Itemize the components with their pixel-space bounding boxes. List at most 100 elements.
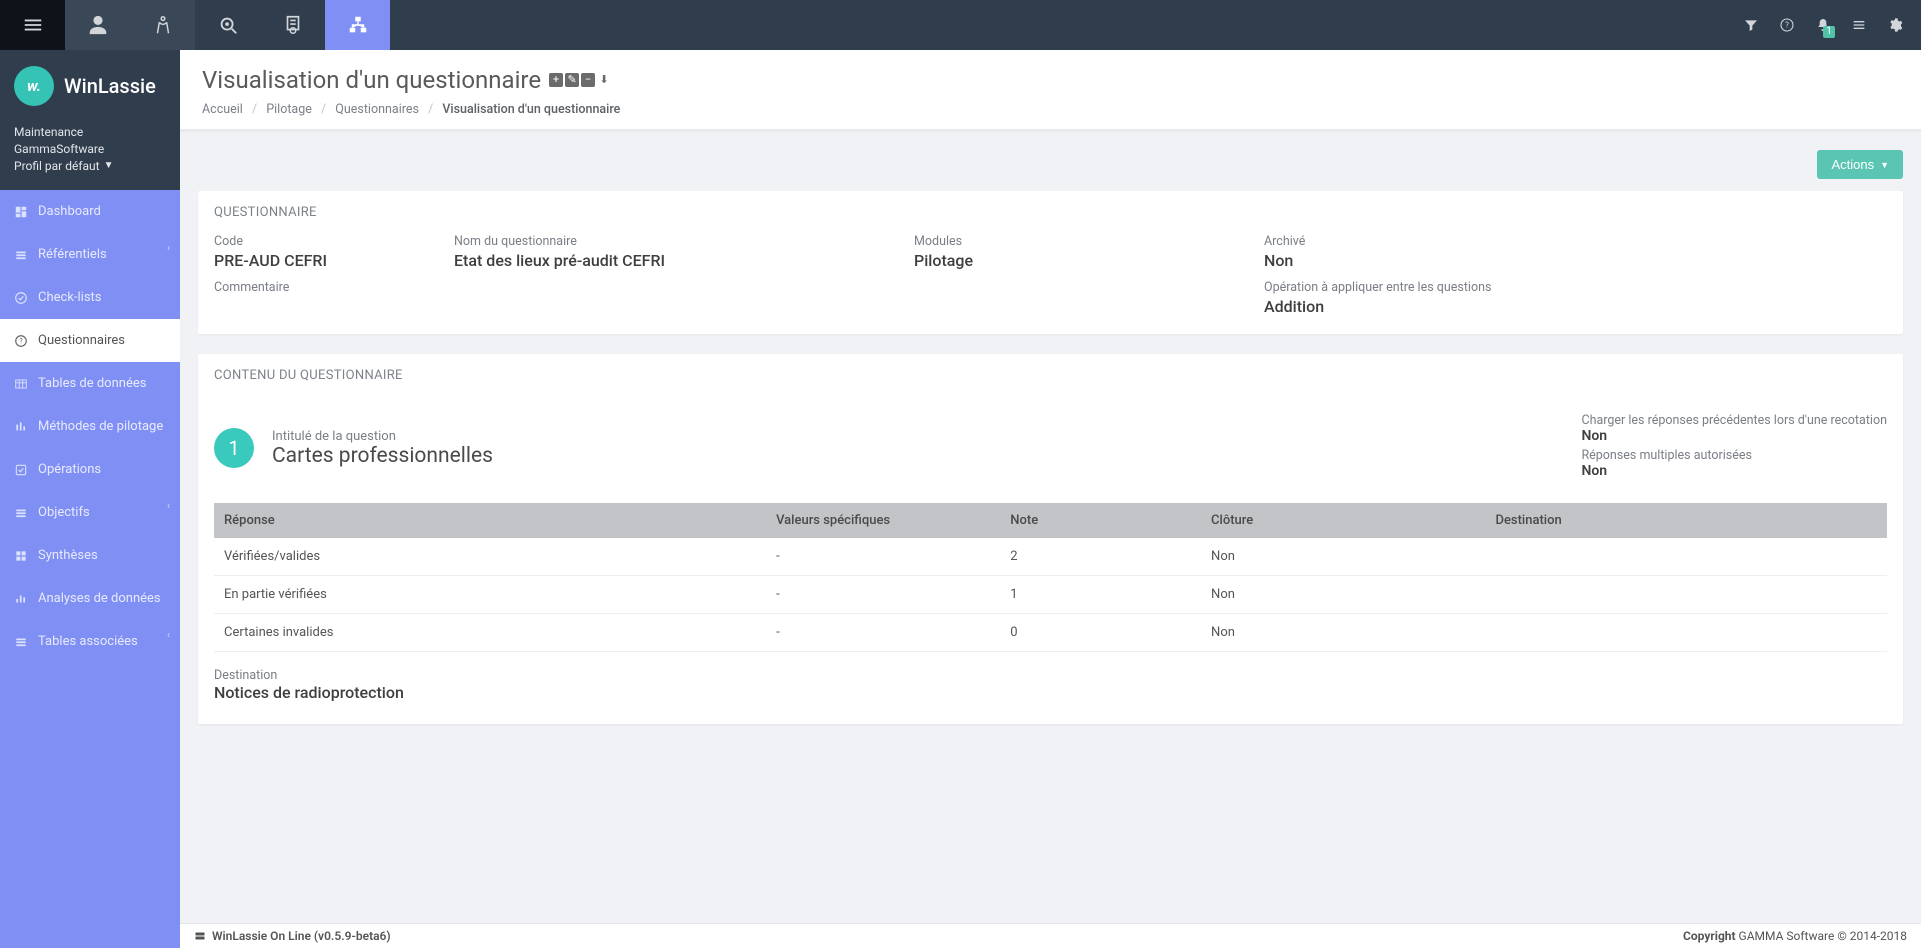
nav-body[interactable] bbox=[130, 0, 195, 50]
crumb-accueil[interactable]: Accueil bbox=[202, 102, 243, 117]
brand: w. WinLassie bbox=[0, 50, 180, 124]
page-header: Visualisation d'un questionnaire + ✎ − ⬇… bbox=[180, 50, 1921, 132]
sidebar-item-label: Tables de données bbox=[38, 376, 146, 391]
title-action-edit[interactable]: ✎ bbox=[565, 73, 579, 87]
cell-note: 0 bbox=[1000, 614, 1201, 652]
menu-toggle[interactable] bbox=[0, 0, 65, 50]
notifications-button[interactable]: 1 bbox=[1805, 0, 1841, 50]
col-reponse: Réponse bbox=[214, 503, 766, 538]
sidebar-item-tables-associ-es[interactable]: Tables associées‹ bbox=[0, 620, 180, 663]
sidebar-item-op-rations[interactable]: Opérations bbox=[0, 448, 180, 491]
cell-note: 2 bbox=[1000, 538, 1201, 576]
tenant-line2: GammaSoftware bbox=[14, 141, 166, 158]
crumb-pilotage[interactable]: Pilotage bbox=[266, 102, 312, 117]
eye-search-icon bbox=[217, 14, 239, 36]
logo: w. bbox=[14, 66, 54, 106]
footer: WinLassie On Line (v0.5.9-beta6) Copyrig… bbox=[180, 923, 1921, 948]
nav-doc[interactable] bbox=[260, 0, 325, 50]
sitemap-icon bbox=[347, 14, 369, 36]
svg-text:?: ? bbox=[1785, 21, 1789, 30]
sidebar-item-dashboard[interactable]: Dashboard bbox=[0, 190, 180, 233]
cell-cloture: Non bbox=[1201, 576, 1485, 614]
table-icon bbox=[14, 377, 28, 391]
field-comment: Commentaire bbox=[214, 280, 1244, 316]
caret-down-icon: ▼ bbox=[1880, 160, 1889, 170]
crumb-questionnaires[interactable]: Questionnaires bbox=[335, 102, 419, 117]
sidebar-item-r-f-rentiels[interactable]: Référentiels‹ bbox=[0, 233, 180, 276]
nav-people[interactable] bbox=[65, 0, 130, 50]
sidebar-item-label: Dashboard bbox=[38, 204, 101, 219]
sidebar-item-label: Synthèses bbox=[38, 548, 98, 563]
sidebar-item-label: Questionnaires bbox=[38, 333, 125, 348]
title-action-add[interactable]: + bbox=[549, 73, 563, 87]
sidebar-item-check-lists[interactable]: Check-lists bbox=[0, 276, 180, 319]
sidebar-item-label: Objectifs bbox=[38, 505, 90, 520]
stack-icon bbox=[14, 248, 28, 262]
cell-valeurs: - bbox=[766, 576, 1000, 614]
sidebar-item-synth-ses[interactable]: Synthèses bbox=[0, 534, 180, 577]
main-scroll[interactable]: Visualisation d'un questionnaire + ✎ − ⬇… bbox=[180, 50, 1921, 923]
actions-label: Actions bbox=[1831, 157, 1874, 172]
brand-name: WinLassie bbox=[64, 74, 156, 98]
table-header-row: Réponse Valeurs spécifiques Note Clôture… bbox=[214, 503, 1887, 538]
questionnaire-panel-heading: QUESTIONNAIRE bbox=[198, 191, 1903, 234]
profile-switcher[interactable]: Profil par défaut ▼ bbox=[14, 158, 114, 175]
cell-destination bbox=[1485, 576, 1887, 614]
cell-reponse: Vérifiées/valides bbox=[214, 538, 766, 576]
question-meta: Charger les réponses précédentes lors d'… bbox=[1581, 413, 1887, 483]
filter-icon bbox=[1743, 17, 1759, 33]
bars-icon bbox=[14, 420, 28, 434]
field-operation: Opération à appliquer entre les question… bbox=[1264, 280, 1887, 316]
sidebar-item-label: Méthodes de pilotage bbox=[38, 419, 163, 434]
body-icon bbox=[152, 14, 174, 36]
tenant-block: Maintenance GammaSoftware Profil par déf… bbox=[0, 124, 180, 190]
table-row: Certaines invalides-0Non bbox=[214, 614, 1887, 652]
help-icon: ? bbox=[1779, 17, 1795, 33]
page-title: Visualisation d'un questionnaire bbox=[202, 66, 541, 94]
field-archived: Archivé Non bbox=[1264, 234, 1887, 270]
nav-search[interactable] bbox=[195, 0, 260, 50]
actions-dropdown[interactable]: Actions ▼ bbox=[1817, 150, 1903, 179]
destination-block: Destination Notices de radioprotection bbox=[214, 652, 1887, 706]
caret-down-icon: ▼ bbox=[104, 159, 114, 173]
settings-button[interactable] bbox=[1877, 0, 1913, 50]
cell-destination bbox=[1485, 614, 1887, 652]
nav-flow[interactable] bbox=[325, 0, 390, 50]
question-title-block: Intitulé de la question Cartes professio… bbox=[272, 429, 493, 468]
svg-text:?: ? bbox=[19, 337, 23, 345]
profile-label: Profil par défaut bbox=[14, 158, 100, 175]
list-button[interactable] bbox=[1841, 0, 1877, 50]
ops-icon bbox=[14, 463, 28, 477]
title-action-download[interactable]: ⬇ bbox=[597, 73, 611, 87]
certificate-icon bbox=[282, 14, 304, 36]
sidebar-item-m-thodes-de-pilotage[interactable]: Méthodes de pilotage bbox=[0, 405, 180, 448]
help-button[interactable]: ? bbox=[1769, 0, 1805, 50]
page-title-row: Visualisation d'un questionnaire + ✎ − ⬇ bbox=[202, 66, 1899, 94]
topbar-right: ? 1 bbox=[1733, 0, 1921, 50]
cell-valeurs: - bbox=[766, 538, 1000, 576]
list-icon bbox=[1851, 17, 1867, 33]
filter-button[interactable] bbox=[1733, 0, 1769, 50]
target-icon bbox=[14, 506, 28, 520]
sidebar-item-questionnaires[interactable]: ? Questionnaires bbox=[0, 319, 180, 362]
title-actions: + ✎ − ⬇ bbox=[549, 73, 611, 87]
cell-valeurs: - bbox=[766, 614, 1000, 652]
sidebar-item-tables-de-donn-es[interactable]: Tables de données bbox=[0, 362, 180, 405]
cell-reponse: Certaines invalides bbox=[214, 614, 766, 652]
sidebar-item-analyses-de-donn-es[interactable]: Analyses de données bbox=[0, 577, 180, 620]
breadcrumb: Accueil / Pilotage / Questionnaires / Vi… bbox=[202, 102, 1899, 117]
topbar: ? 1 bbox=[0, 0, 1921, 50]
db-icon bbox=[14, 635, 28, 649]
field-name: Nom du questionnaire Etat des lieux pré-… bbox=[454, 234, 894, 270]
sidebar-nav: Dashboard Référentiels‹ Check-lists? Questi… bbox=[0, 190, 180, 948]
field-modules: Modules Pilotage bbox=[914, 234, 1244, 270]
table-row: Vérifiées/valides-2Non bbox=[214, 538, 1887, 576]
cell-cloture: Non bbox=[1201, 538, 1485, 576]
col-cloture: Clôture bbox=[1201, 503, 1485, 538]
sidebar-item-objectifs[interactable]: Objectifs‹ bbox=[0, 491, 180, 534]
table-row: En partie vérifiées-1Non bbox=[214, 576, 1887, 614]
sidebar-item-label: Check-lists bbox=[38, 290, 102, 305]
sidebar-item-label: Opérations bbox=[38, 462, 101, 477]
title-action-collapse[interactable]: − bbox=[581, 73, 595, 87]
chart-icon bbox=[14, 592, 28, 606]
